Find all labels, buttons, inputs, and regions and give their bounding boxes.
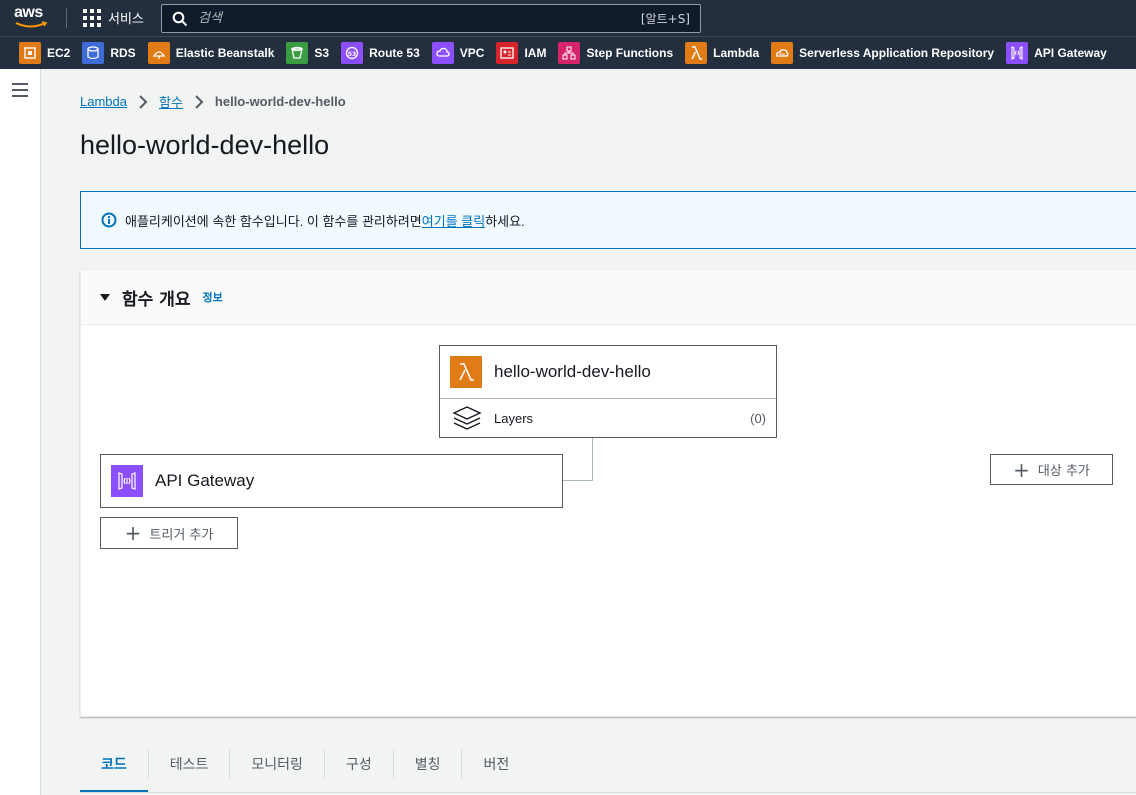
ec2-icon (19, 42, 41, 64)
plus-icon: + (1013, 457, 1030, 482)
tab-5[interactable]: 버전 (462, 740, 530, 793)
breadcrumb-current: hello-world-dev-hello (214, 94, 346, 109)
collapse-caret-icon[interactable] (100, 293, 110, 301)
lambda-icon (450, 356, 482, 388)
iam-icon (496, 42, 519, 64)
breadcrumb: Lambda 함수 hello-world-dev-hello (80, 92, 346, 111)
api-gateway-icon (111, 465, 143, 497)
add-destination-label: 대상 추가 (1037, 464, 1090, 479)
favorite-elastic-beanstalk[interactable]: Elastic Beanstalk (147, 42, 275, 64)
favorite-ec2[interactable]: EC2 (19, 42, 70, 64)
function-overview-panel: 함수 개요 정보 hello-world-dev-hello Layers (0… (80, 269, 1136, 717)
rds-icon (82, 42, 105, 64)
tabs-divider (80, 792, 1136, 793)
connector-line (592, 438, 593, 481)
side-navigation (0, 69, 41, 795)
favorite-label: RDS (110, 46, 136, 60)
chevron-right-icon (195, 94, 204, 109)
elastic-beanstalk-icon (147, 42, 170, 64)
trigger-name: API Gateway (155, 471, 255, 490)
services-grid-icon (83, 8, 101, 27)
favorite-serverless-repo[interactable]: Serverless Application Repository (771, 42, 994, 64)
trigger-api-gateway[interactable]: API Gateway (100, 454, 563, 508)
function-tabs: 코드 테스트 모니터링 구성 별칭 버전 (80, 740, 1136, 795)
favorite-s3[interactable]: S3 (286, 42, 329, 64)
search-icon (172, 11, 188, 26)
serverless-repo-icon (771, 42, 794, 64)
function-name: hello-world-dev-hello (494, 362, 651, 381)
lambda-icon (685, 42, 708, 64)
favorite-api-gateway[interactable]: API Gateway (1006, 42, 1107, 64)
function-overview-header: 함수 개요 정보 (81, 270, 1136, 325)
aws-logo-text: aws (14, 4, 43, 21)
info-icon (101, 212, 117, 228)
favorite-iam[interactable]: IAM (496, 42, 546, 64)
plus-icon: + (124, 521, 142, 545)
favorite-label: VPC (459, 46, 485, 60)
chevron-right-icon (139, 94, 148, 109)
favorite-label: Elastic Beanstalk (175, 46, 275, 60)
add-trigger-label: 트리거 추가 (149, 527, 214, 543)
tab-3[interactable]: 구성 (325, 740, 393, 793)
route53-icon: 53 (341, 42, 364, 64)
favorite-route53[interactable]: 53 Route 53 (341, 42, 420, 64)
breadcrumb-lambda-link[interactable]: Lambda (80, 94, 127, 109)
breadcrumb-functions-link[interactable]: 함수 (159, 92, 183, 111)
favorite-label: S3 (314, 46, 330, 60)
services-menu-button[interactable]: 서비스 (83, 8, 144, 27)
connector-line (562, 480, 593, 481)
svg-text:53: 53 (348, 51, 356, 58)
top-navigation: aws 서비스 [알트+S] (0, 0, 1136, 36)
vpc-icon (431, 42, 454, 64)
aws-logo[interactable]: aws (14, 5, 54, 31)
favorite-label: Serverless Application Repository (799, 46, 995, 60)
flash-text-end: 하세요. (485, 213, 525, 229)
tab-0[interactable]: 코드 (80, 740, 148, 793)
search-bar[interactable]: [알트+S] (161, 4, 701, 33)
add-destination-button[interactable]: + 대상 추가 (990, 454, 1113, 485)
favorite-label: Route 53 (369, 46, 420, 60)
favorite-label: IAM (524, 46, 547, 60)
layers-label: Layers (494, 410, 534, 426)
favorite-rds[interactable]: RDS (82, 42, 136, 64)
function-card-header: hello-world-dev-hello (440, 346, 776, 399)
page-title: hello-world-dev-hello (80, 130, 330, 160)
favorite-label: API Gateway (1034, 46, 1107, 60)
menu-icon[interactable] (12, 83, 28, 97)
info-flashbar: 애플리케이션에 속한 함수입니다. 이 함수를 관리하려면 여기를 클릭 하세요. (80, 191, 1136, 249)
add-trigger-button[interactable]: + 트리거 추가 (100, 517, 238, 549)
layers-row[interactable]: Layers (0) (440, 399, 776, 437)
layers-icon (452, 406, 482, 430)
api-gateway-icon (1006, 42, 1029, 64)
favorites-bar: EC2 RDS Elastic Beanstalk S3 53 Route 53 VPC IA… (0, 36, 1136, 69)
favorite-step-functions[interactable]: Step Functions (558, 42, 673, 64)
tab-1[interactable]: 테스트 (149, 740, 230, 793)
function-overview-title: 함수 개요 (122, 289, 191, 310)
favorite-lambda[interactable]: Lambda (685, 42, 759, 64)
info-link[interactable]: 정보 (202, 289, 222, 305)
favorite-label: Step Functions (586, 46, 674, 60)
nav-divider (66, 8, 67, 28)
s3-icon (286, 42, 309, 64)
favorite-label: EC2 (47, 46, 71, 60)
flash-manage-link[interactable]: 여기를 클릭 (422, 211, 485, 230)
search-input[interactable] (188, 11, 641, 26)
search-shortcut-hint: [알트+S] (640, 12, 690, 26)
flash-text: 애플리케이션에 속한 함수입니다. 이 함수를 관리하려면 (125, 213, 422, 229)
function-card: hello-world-dev-hello Layers (0) (439, 345, 777, 438)
aws-smile-icon (15, 21, 48, 28)
services-label: 서비스 (108, 12, 144, 27)
layers-count: (0) (750, 410, 766, 426)
tab-4[interactable]: 별칭 (394, 740, 462, 793)
favorite-label: Lambda (713, 46, 760, 60)
step-functions-icon (558, 42, 581, 64)
tab-2[interactable]: 모니터링 (230, 740, 324, 793)
favorite-vpc[interactable]: VPC (431, 42, 485, 64)
